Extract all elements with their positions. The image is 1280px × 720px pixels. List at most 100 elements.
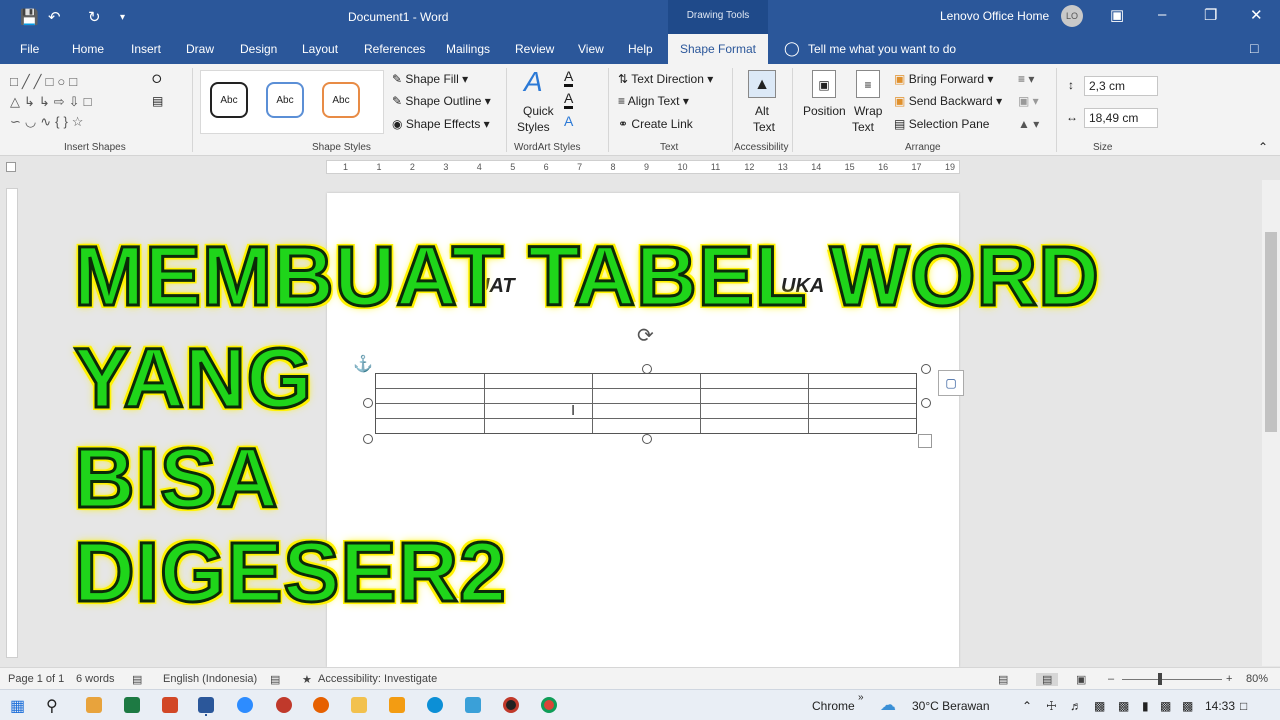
file-explorer-icon[interactable]: [351, 697, 367, 713]
edge-icon[interactable]: [427, 697, 443, 713]
resize-handle[interactable]: [642, 364, 652, 374]
tab-home[interactable]: Home: [72, 42, 104, 56]
tab-shape-format[interactable]: Shape Format: [668, 34, 768, 64]
proofing-icon[interactable]: ▤: [132, 673, 142, 686]
shape-style-orange[interactable]: Abc: [322, 82, 360, 118]
text-effects-icon[interactable]: A: [564, 113, 573, 129]
tab-file[interactable]: File: [20, 42, 39, 56]
resize-handle[interactable]: [363, 434, 373, 444]
selection-pane-button[interactable]: ▤ Selection Pane: [894, 117, 989, 131]
volume-icon[interactable]: ♬: [1070, 699, 1082, 713]
alt-text-label-1[interactable]: Alt: [755, 104, 769, 118]
tab-layout[interactable]: Layout: [302, 42, 338, 56]
tab-review[interactable]: Review: [515, 42, 554, 56]
undo-icon[interactable]: ↶: [48, 8, 61, 26]
taskbar-chrome-label[interactable]: Chrome: [812, 699, 855, 713]
edit-shape-icon[interactable]: ⭘: [152, 72, 162, 87]
tray-icon[interactable]: ▩: [1094, 699, 1105, 713]
vertical-scrollbar[interactable]: [1262, 180, 1280, 666]
tray-icon[interactable]: ▩: [1182, 699, 1193, 713]
tray-icon[interactable]: ▩: [1118, 699, 1129, 713]
tray-chevron-icon[interactable]: ⌃: [1022, 699, 1032, 713]
create-link-button[interactable]: ⚭ Create Link: [618, 117, 693, 131]
zoom-slider-thumb[interactable]: [1158, 673, 1162, 685]
comments-icon[interactable]: □: [1250, 40, 1258, 56]
text-fill-icon[interactable]: A: [564, 68, 574, 87]
zoom-slider[interactable]: [1122, 679, 1222, 680]
excel-icon[interactable]: [124, 697, 140, 713]
scrollbar-thumb[interactable]: [1265, 232, 1277, 432]
resize-handle[interactable]: [921, 398, 931, 408]
align-text-button[interactable]: ≡ Align Text ▾: [618, 94, 689, 108]
zoom-out-icon[interactable]: –: [1108, 673, 1114, 685]
text-direction-button[interactable]: ⇅ Text Direction ▾: [618, 72, 713, 86]
shapes-gallery[interactable]: □╱╱□○□ △↳↳⇨⇩□ ∽◡∿{}☆: [10, 72, 140, 132]
shape-style-blue[interactable]: Abc: [266, 82, 304, 118]
page-count[interactable]: Page 1 of 1: [8, 673, 64, 685]
text-box-icon[interactable]: ▤: [152, 94, 163, 108]
minimize-icon[interactable]: –: [1158, 6, 1166, 23]
tab-insert[interactable]: Insert: [131, 42, 161, 56]
rotate-icon[interactable]: ▲ ▾: [1018, 117, 1039, 131]
powerpoint-icon[interactable]: [162, 697, 178, 713]
recorder-icon[interactable]: [503, 697, 519, 713]
tab-selector-icon[interactable]: [6, 162, 16, 172]
windows-start-icon[interactable]: ▦: [10, 696, 25, 716]
word-count[interactable]: 6 words: [76, 673, 115, 685]
send-backward-button[interactable]: ▣ Send Backward ▾: [894, 94, 1002, 108]
quick-styles-label-2[interactable]: Styles: [517, 120, 550, 134]
battery-icon[interactable]: ▮: [1142, 699, 1149, 713]
network-icon[interactable]: ☩: [1046, 699, 1057, 713]
table[interactable]: [375, 373, 917, 434]
zoom-level[interactable]: 80%: [1246, 673, 1268, 685]
save-icon[interactable]: 💾: [20, 8, 39, 26]
web-layout-icon[interactable]: ▣: [1076, 673, 1086, 686]
zoom-app-icon[interactable]: [237, 697, 253, 713]
resize-handle[interactable]: [363, 398, 373, 408]
tab-mailings[interactable]: Mailings: [446, 42, 490, 56]
chevron-icon[interactable]: »: [858, 692, 864, 703]
clock[interactable]: 14:33: [1205, 699, 1235, 713]
restore-icon[interactable]: ❐: [1204, 6, 1217, 24]
shape-effects-button[interactable]: ◉ Shape Effects ▾: [392, 117, 490, 131]
tab-references[interactable]: References: [364, 42, 425, 56]
redo-icon[interactable]: ↻: [88, 8, 101, 26]
position-label[interactable]: Position: [803, 104, 846, 118]
chrome-icon[interactable]: [541, 697, 557, 713]
shape-fill-button[interactable]: ✎ Shape Fill ▾: [392, 72, 468, 86]
wrap-text-icon[interactable]: ≡: [856, 70, 880, 98]
notification-icon[interactable]: □: [1240, 699, 1247, 713]
avatar[interactable]: LO: [1061, 5, 1083, 27]
tell-me-search[interactable]: Tell me what you want to do: [808, 42, 956, 56]
print-layout-icon[interactable]: ▤: [1036, 673, 1059, 686]
account-name[interactable]: Lenovo Office Home: [940, 9, 1049, 23]
bring-forward-button[interactable]: ▣ Bring Forward ▾: [894, 72, 993, 86]
position-icon[interactable]: ▣: [812, 70, 836, 98]
wrap-text-label-1[interactable]: Wrap: [854, 104, 882, 118]
weather-text[interactable]: 30°C Berawan: [912, 699, 990, 713]
word-icon[interactable]: [198, 697, 214, 713]
zoom-in-icon[interactable]: +: [1226, 673, 1232, 685]
shape-style-black[interactable]: Abc: [210, 82, 248, 118]
tray-icon[interactable]: ▩: [1160, 699, 1171, 713]
ribbon-display-icon[interactable]: ▣: [1110, 6, 1124, 24]
layout-options-icon[interactable]: ▢: [938, 370, 964, 396]
app-icon[interactable]: [389, 697, 405, 713]
app-icon[interactable]: [276, 697, 292, 713]
tab-view[interactable]: View: [578, 42, 604, 56]
tab-design[interactable]: Design: [240, 42, 277, 56]
alt-text-label-2[interactable]: Text: [753, 120, 775, 134]
search-icon[interactable]: ⚲: [46, 696, 58, 716]
tab-draw[interactable]: Draw: [186, 42, 214, 56]
read-mode-icon[interactable]: ▤: [998, 673, 1008, 686]
shape-height-field[interactable]: 2,3 cm: [1084, 76, 1158, 96]
shape-width-field[interactable]: 18,49 cm: [1084, 108, 1158, 128]
resize-handle[interactable]: [642, 434, 652, 444]
accessibility-status[interactable]: Accessibility: Investigate: [318, 673, 437, 685]
collapse-ribbon-icon[interactable]: ⌃: [1258, 140, 1268, 154]
resize-handle[interactable]: [921, 364, 931, 374]
alt-text-icon[interactable]: ▲: [748, 70, 776, 98]
table-resize-handle[interactable]: [918, 434, 932, 448]
quick-styles-label-1[interactable]: Quick: [523, 104, 554, 118]
align-icon[interactable]: ≡ ▾: [1018, 72, 1034, 86]
